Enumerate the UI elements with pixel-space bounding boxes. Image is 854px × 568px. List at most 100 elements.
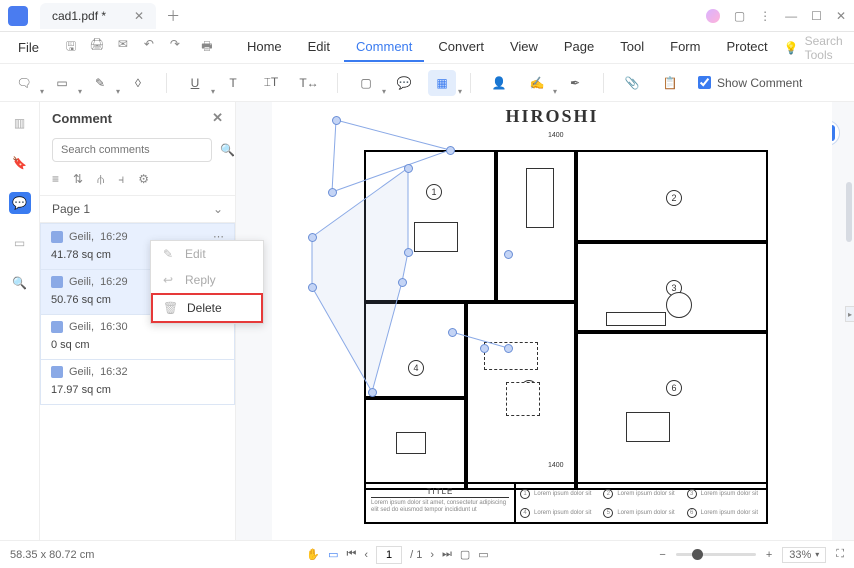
first-page-icon[interactable]: ⏮	[347, 548, 357, 561]
signature-tool[interactable]: ✍	[523, 70, 551, 96]
search-icon[interactable]: 🔍	[220, 143, 235, 157]
redo-icon[interactable]: ↷	[167, 37, 183, 58]
printer-icon[interactable]: 🖶	[199, 37, 215, 58]
hand-tool-icon[interactable]: ✋	[306, 548, 320, 561]
canvas[interactable]: W HIROSHI 1400 1400 1 2 3 4	[236, 102, 854, 540]
undo-icon[interactable]: ↶	[141, 37, 157, 58]
trash-icon: 🗑	[163, 301, 177, 315]
show-comment-checkbox[interactable]	[698, 76, 711, 89]
comment-list-tool[interactable]: 📋	[656, 70, 684, 96]
room-number: 4	[408, 360, 424, 376]
last-page-icon[interactable]: ⏭	[442, 548, 452, 561]
annotation-node[interactable]	[480, 344, 489, 353]
pencil-tool[interactable]: ✎	[86, 70, 114, 96]
search-tools[interactable]: 💡 Search Tools	[784, 34, 843, 62]
stamp-tool[interactable]: 👤	[485, 70, 513, 96]
tab-home[interactable]: Home	[235, 33, 294, 62]
shape-tool[interactable]: ▢	[352, 70, 380, 96]
filter-icon[interactable]: ⚙	[138, 172, 149, 187]
annotation-node[interactable]	[398, 278, 407, 287]
fullscreen-icon[interactable]: ⛶	[836, 548, 844, 561]
dim-top: 1400	[548, 132, 564, 139]
comment-author: Geili,	[69, 321, 94, 333]
annotation-node[interactable]	[328, 188, 337, 197]
external-window-icon[interactable]: ▢	[734, 9, 745, 23]
select-tool-icon[interactable]: ▭	[328, 548, 338, 561]
tab-page[interactable]: Page	[552, 33, 606, 62]
file-menu[interactable]: File	[8, 36, 49, 59]
text-callout-tool[interactable]: ⌶T	[257, 70, 285, 96]
attachments-rail-icon[interactable]: ▭	[9, 232, 31, 254]
tab-convert[interactable]: Convert	[426, 33, 496, 62]
ai-badge-icon[interactable]	[706, 9, 720, 23]
vertical-scrollbar[interactable]	[846, 182, 852, 242]
zoom-out-icon[interactable]: −	[659, 549, 665, 561]
annotation-node[interactable]	[504, 344, 513, 353]
zoom-thumb[interactable]	[692, 549, 703, 560]
tab-view[interactable]: View	[498, 33, 550, 62]
tab-protect[interactable]: Protect	[714, 33, 779, 62]
save-icon[interactable]: 🖫	[63, 37, 79, 58]
zoom-in-icon[interactable]: +	[766, 549, 772, 561]
minimize-icon[interactable]: —	[785, 9, 797, 23]
callout-tool[interactable]: 💬	[390, 70, 418, 96]
panel-page-header[interactable]: Page 1 ⌄	[40, 195, 235, 223]
thumbnails-icon[interactable]: ▥	[9, 112, 31, 134]
annotation-node[interactable]	[404, 164, 413, 173]
annotation-node[interactable]	[308, 283, 317, 292]
tab-comment[interactable]: Comment	[344, 33, 424, 62]
tab-form[interactable]: Form	[658, 33, 712, 62]
document-tab[interactable]: cad1.pdf * ✕	[40, 3, 156, 29]
text-tool[interactable]: T	[219, 70, 247, 96]
ctx-reply: ↩Reply	[151, 267, 263, 293]
expand-icon[interactable]: ⇅	[73, 172, 83, 187]
search-rail-icon[interactable]: 🔍	[9, 272, 31, 294]
tab-add-icon[interactable]: ＋	[166, 6, 180, 26]
annotation-node[interactable]	[368, 388, 377, 397]
print-icon[interactable]: 🖨	[89, 37, 105, 58]
note-tool[interactable]: 🗨	[10, 70, 38, 96]
eraser-tool[interactable]: ◊	[124, 70, 152, 96]
page-input[interactable]	[376, 546, 402, 564]
comment-item[interactable]: Geili, 16:32 17.97 sq cm	[40, 360, 235, 405]
group-icon[interactable]: ⫞	[118, 172, 124, 187]
comment-color-icon	[51, 276, 63, 288]
tab-close-icon[interactable]: ✕	[134, 9, 144, 23]
zoom-slider[interactable]	[676, 553, 756, 556]
panel-close-icon[interactable]: ✕	[212, 110, 223, 126]
annotation-node[interactable]	[504, 250, 513, 259]
search-comments-input[interactable]	[52, 138, 212, 162]
sort-icon[interactable]: ≡	[52, 172, 59, 187]
show-comment-toggle[interactable]: Show Comment	[698, 76, 802, 90]
maximize-icon[interactable]: ☐	[811, 9, 822, 23]
annotation-node[interactable]	[448, 328, 457, 337]
right-panel-handle[interactable]: ▸	[845, 306, 854, 322]
kebab-menu-icon[interactable]: ⋮	[759, 9, 771, 23]
next-page-icon[interactable]: ›	[430, 549, 434, 561]
bookmarks-icon[interactable]: 🔖	[9, 152, 31, 174]
annotation-node[interactable]	[308, 233, 317, 242]
tab-edit[interactable]: Edit	[296, 33, 342, 62]
text-replace-tool[interactable]: T↔	[295, 70, 323, 96]
ribbon-tabs: Home Edit Comment Convert View Page Tool…	[235, 33, 780, 62]
annotation-node[interactable]	[332, 116, 341, 125]
ctx-delete[interactable]: 🗑Delete	[151, 293, 263, 323]
measure-tool[interactable]: ▦	[428, 70, 456, 96]
comments-icon[interactable]: 💬	[9, 192, 31, 214]
collapse-icon[interactable]: ⫛	[97, 172, 104, 187]
zoom-value[interactable]: 33%▾	[782, 547, 826, 563]
prev-page-icon[interactable]: ‹	[364, 549, 368, 561]
annotation-node[interactable]	[404, 248, 413, 257]
close-icon[interactable]: ✕	[836, 9, 846, 23]
floorplan: 1 2 3 4 5 6	[364, 150, 768, 490]
fit-page-icon[interactable]: ▢	[460, 548, 470, 561]
textbox-tool[interactable]: ▭	[48, 70, 76, 96]
attachment-tool[interactable]: 📎	[618, 70, 646, 96]
annotation-node[interactable]	[446, 146, 455, 155]
underline-tool[interactable]: U	[181, 70, 209, 96]
tab-tool[interactable]: Tool	[608, 33, 656, 62]
mail-icon[interactable]: ✉	[115, 37, 131, 58]
draw-sign-tool[interactable]: ✒	[561, 70, 589, 96]
fit-width-icon[interactable]: ▭	[478, 548, 488, 561]
show-comment-label: Show Comment	[717, 76, 802, 90]
